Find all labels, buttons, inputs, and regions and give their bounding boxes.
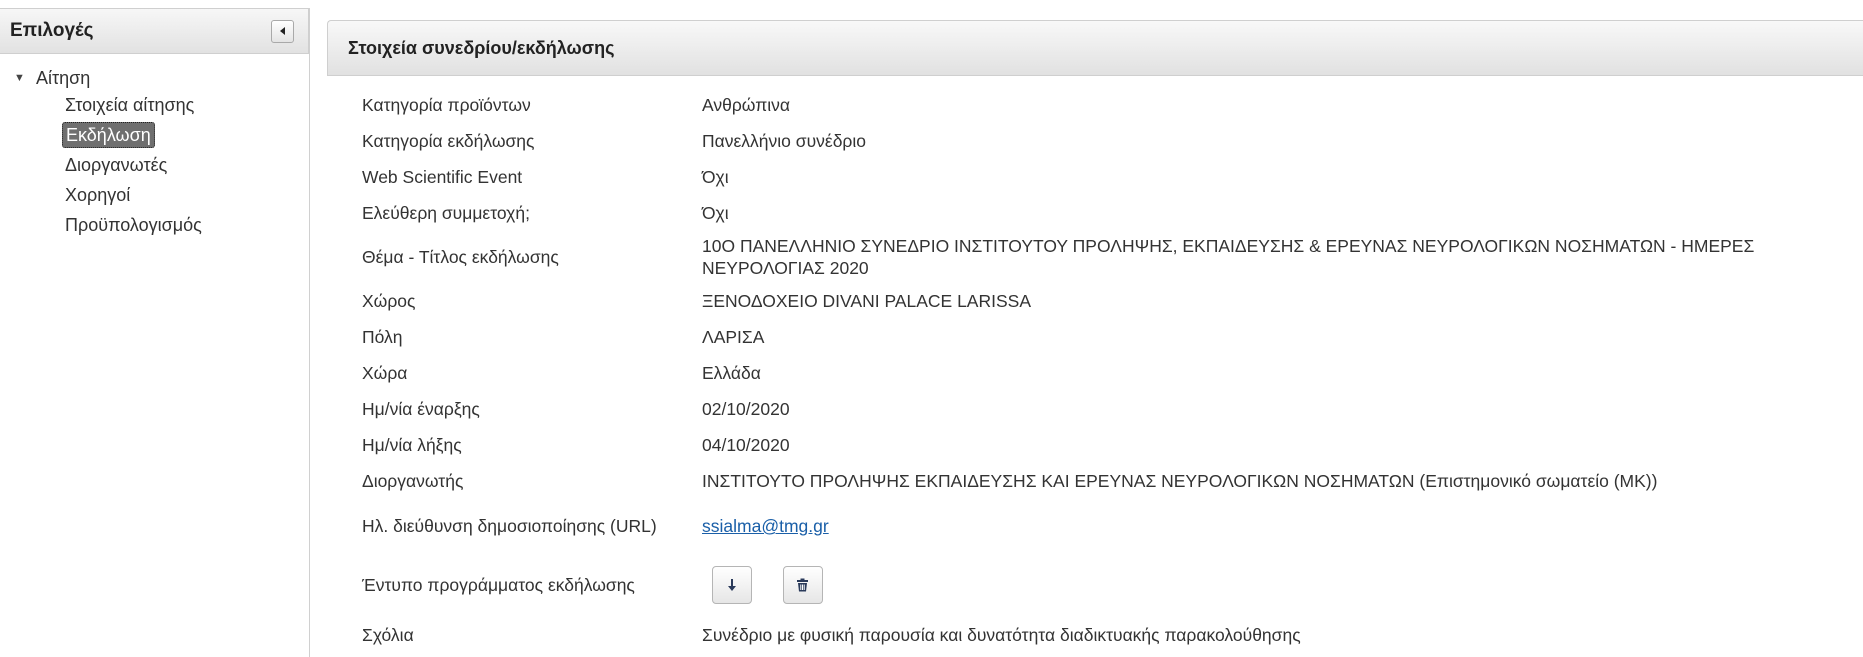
tree-node-application-label: Αίτηση (36, 67, 91, 88)
field-value: Όχι (702, 167, 729, 187)
field-label: Κατηγορία προϊόντων (362, 95, 531, 115)
tree-item-label: Στοιχεία αίτησης (65, 95, 195, 115)
panel-title: Στοιχεία συνεδρίου/εκδήλωσης (348, 37, 615, 58)
field-label: Πόλη (362, 327, 403, 347)
delete-button[interactable] (782, 566, 823, 604)
row-country: Χώρα Ελλάδα (362, 355, 1863, 391)
tree-item-event[interactable]: Εκδήλωση (62, 120, 309, 150)
tree-node-application[interactable]: ▼ Αίτηση (14, 66, 309, 90)
field-value: Ανθρώπινα (702, 95, 791, 115)
row-event-title: Θέμα - Τίτλος εκδήλωσης 10Ο ΠΑΝΕΛΛΗΝΙΟ Σ… (362, 231, 1863, 283)
row-comments: Σχόλια Συνέδριο με φυσική παρουσία και δ… (362, 617, 1863, 653)
row-product-category: Κατηγορία προϊόντων Ανθρώπινα (362, 87, 1863, 123)
field-label: Έντυπο προγράμματος εκδήλωσης (362, 575, 635, 595)
tree-item-label: Διοργανωτές (65, 155, 168, 175)
field-label: Ημ/νία λήξης (362, 435, 462, 455)
row-program-leaflet: Έντυπο προγράμματος εκδήλωσης (362, 553, 1863, 617)
panel-header: Στοιχεία συνεδρίου/εκδήλωσης (327, 20, 1863, 76)
row-event-category: Κατηγορία εκδήλωσης Πανελλήνιο συνέδριο (362, 123, 1863, 159)
event-details: Κατηγορία προϊόντων Ανθρώπινα Κατηγορία … (362, 87, 1863, 653)
collapse-sidebar-button[interactable] (271, 19, 294, 43)
row-organizer: Διοργανωτής ΙΝΣΤΙΤΟΥΤΟ ΠΡΟΛΗΨΗΣ ΕΚΠΑΙΔΕΥ… (362, 463, 1863, 499)
field-value: Ελλάδα (702, 363, 761, 383)
row-city: Πόλη ΛΑΡΙΣΑ (362, 319, 1863, 355)
download-arrow-icon (728, 579, 736, 591)
tree-children: Στοιχεία αίτησης Εκδήλωση Διοργανωτές Χο… (14, 90, 309, 240)
tree-item-sponsors[interactable]: Χορηγοί (62, 180, 309, 210)
row-venue: Χώρος ΞΕΝΟΔΟΧΕΙΟ DIVANI PALACE LARISSA (362, 283, 1863, 319)
field-label: Χώρα (362, 363, 408, 383)
trash-icon (797, 578, 809, 592)
row-web-scientific-event: Web Scientific Event Όχι (362, 159, 1863, 195)
tree-item-budget[interactable]: Προϋπολογισμός (62, 210, 309, 240)
field-value: ΙΝΣΤΙΤΟΥΤΟ ΠΡΟΛΗΨΗΣ ΕΚΠΑΙΔΕΥΣΗΣ ΚΑΙ ΕΡΕΥ… (702, 471, 1658, 491)
field-value: 10Ο ΠΑΝΕΛΛΗΝΙΟ ΣΥΝΕΔΡΙΟ ΙΝΣΤΙΤΟΥΤΟΥ ΠΡΟΛ… (702, 236, 1755, 278)
field-label: Ηλ. διεύθυνση δημοσιοποίησης (URL) (362, 516, 657, 536)
field-label: Κατηγορία εκδήλωσης (362, 131, 535, 151)
field-value: Συνέδριο με φυσική παρουσία και δυνατότη… (702, 625, 1301, 645)
field-label: Διοργανωτής (362, 471, 464, 491)
field-value: Όχι (702, 203, 729, 223)
field-label: Χώρος (362, 291, 416, 311)
field-label: Ημ/νία έναρξης (362, 399, 480, 419)
tree-item-label: Χορηγοί (65, 185, 131, 205)
field-value (702, 566, 1863, 604)
tree-item-organizers[interactable]: Διοργανωτές (62, 150, 309, 180)
row-end-date: Ημ/νία λήξης 04/10/2020 (362, 427, 1863, 463)
row-free-participation: Ελεύθερη συμμετοχή; Όχι (362, 195, 1863, 231)
field-label: Ελεύθερη συμμετοχή; (362, 203, 530, 223)
sidebar-title: Επιλογές (10, 20, 94, 41)
download-button[interactable] (712, 566, 752, 604)
field-label: Θέμα - Τίτλος εκδήλωσης (362, 247, 559, 267)
field-value: 04/10/2020 (702, 435, 790, 455)
publication-url-link[interactable]: ssialma@tmg.gr (702, 516, 829, 536)
row-publication-url: Ηλ. διεύθυνση δημοσιοποίησης (URL) ssial… (362, 499, 1863, 553)
sidebar: Επιλογές ▼ Αίτηση Στοιχεία αίτησης Εκδήλ… (0, 8, 310, 657)
field-value: ssialma@tmg.gr (702, 515, 1863, 537)
tree-item-application-details[interactable]: Στοιχεία αίτησης (62, 90, 309, 120)
field-value: ΛΑΡΙΣΑ (702, 327, 765, 347)
caret-down-icon[interactable]: ▼ (14, 72, 36, 84)
field-value: Πανελλήνιο συνέδριο (702, 131, 867, 151)
sidebar-header: Επιλογές (0, 8, 309, 54)
chevron-left-icon (279, 27, 285, 35)
field-value: 02/10/2020 (702, 399, 790, 419)
field-label: Web Scientific Event (362, 167, 523, 187)
main-panel: Στοιχεία συνεδρίου/εκδήλωσης Κατηγορία π… (327, 20, 1863, 657)
field-label: Σχόλια (362, 625, 414, 645)
field-value: ΞΕΝΟΔΟΧΕΙΟ DIVANI PALACE LARISSA (702, 291, 1031, 311)
tree-item-label: Προϋπολογισμός (65, 215, 202, 235)
options-tree: ▼ Αίτηση Στοιχεία αίτησης Εκδήλωση Διοργ… (0, 54, 309, 240)
row-start-date: Ημ/νία έναρξης 02/10/2020 (362, 391, 1863, 427)
tree-item-label: Εκδήλωση (62, 122, 155, 148)
